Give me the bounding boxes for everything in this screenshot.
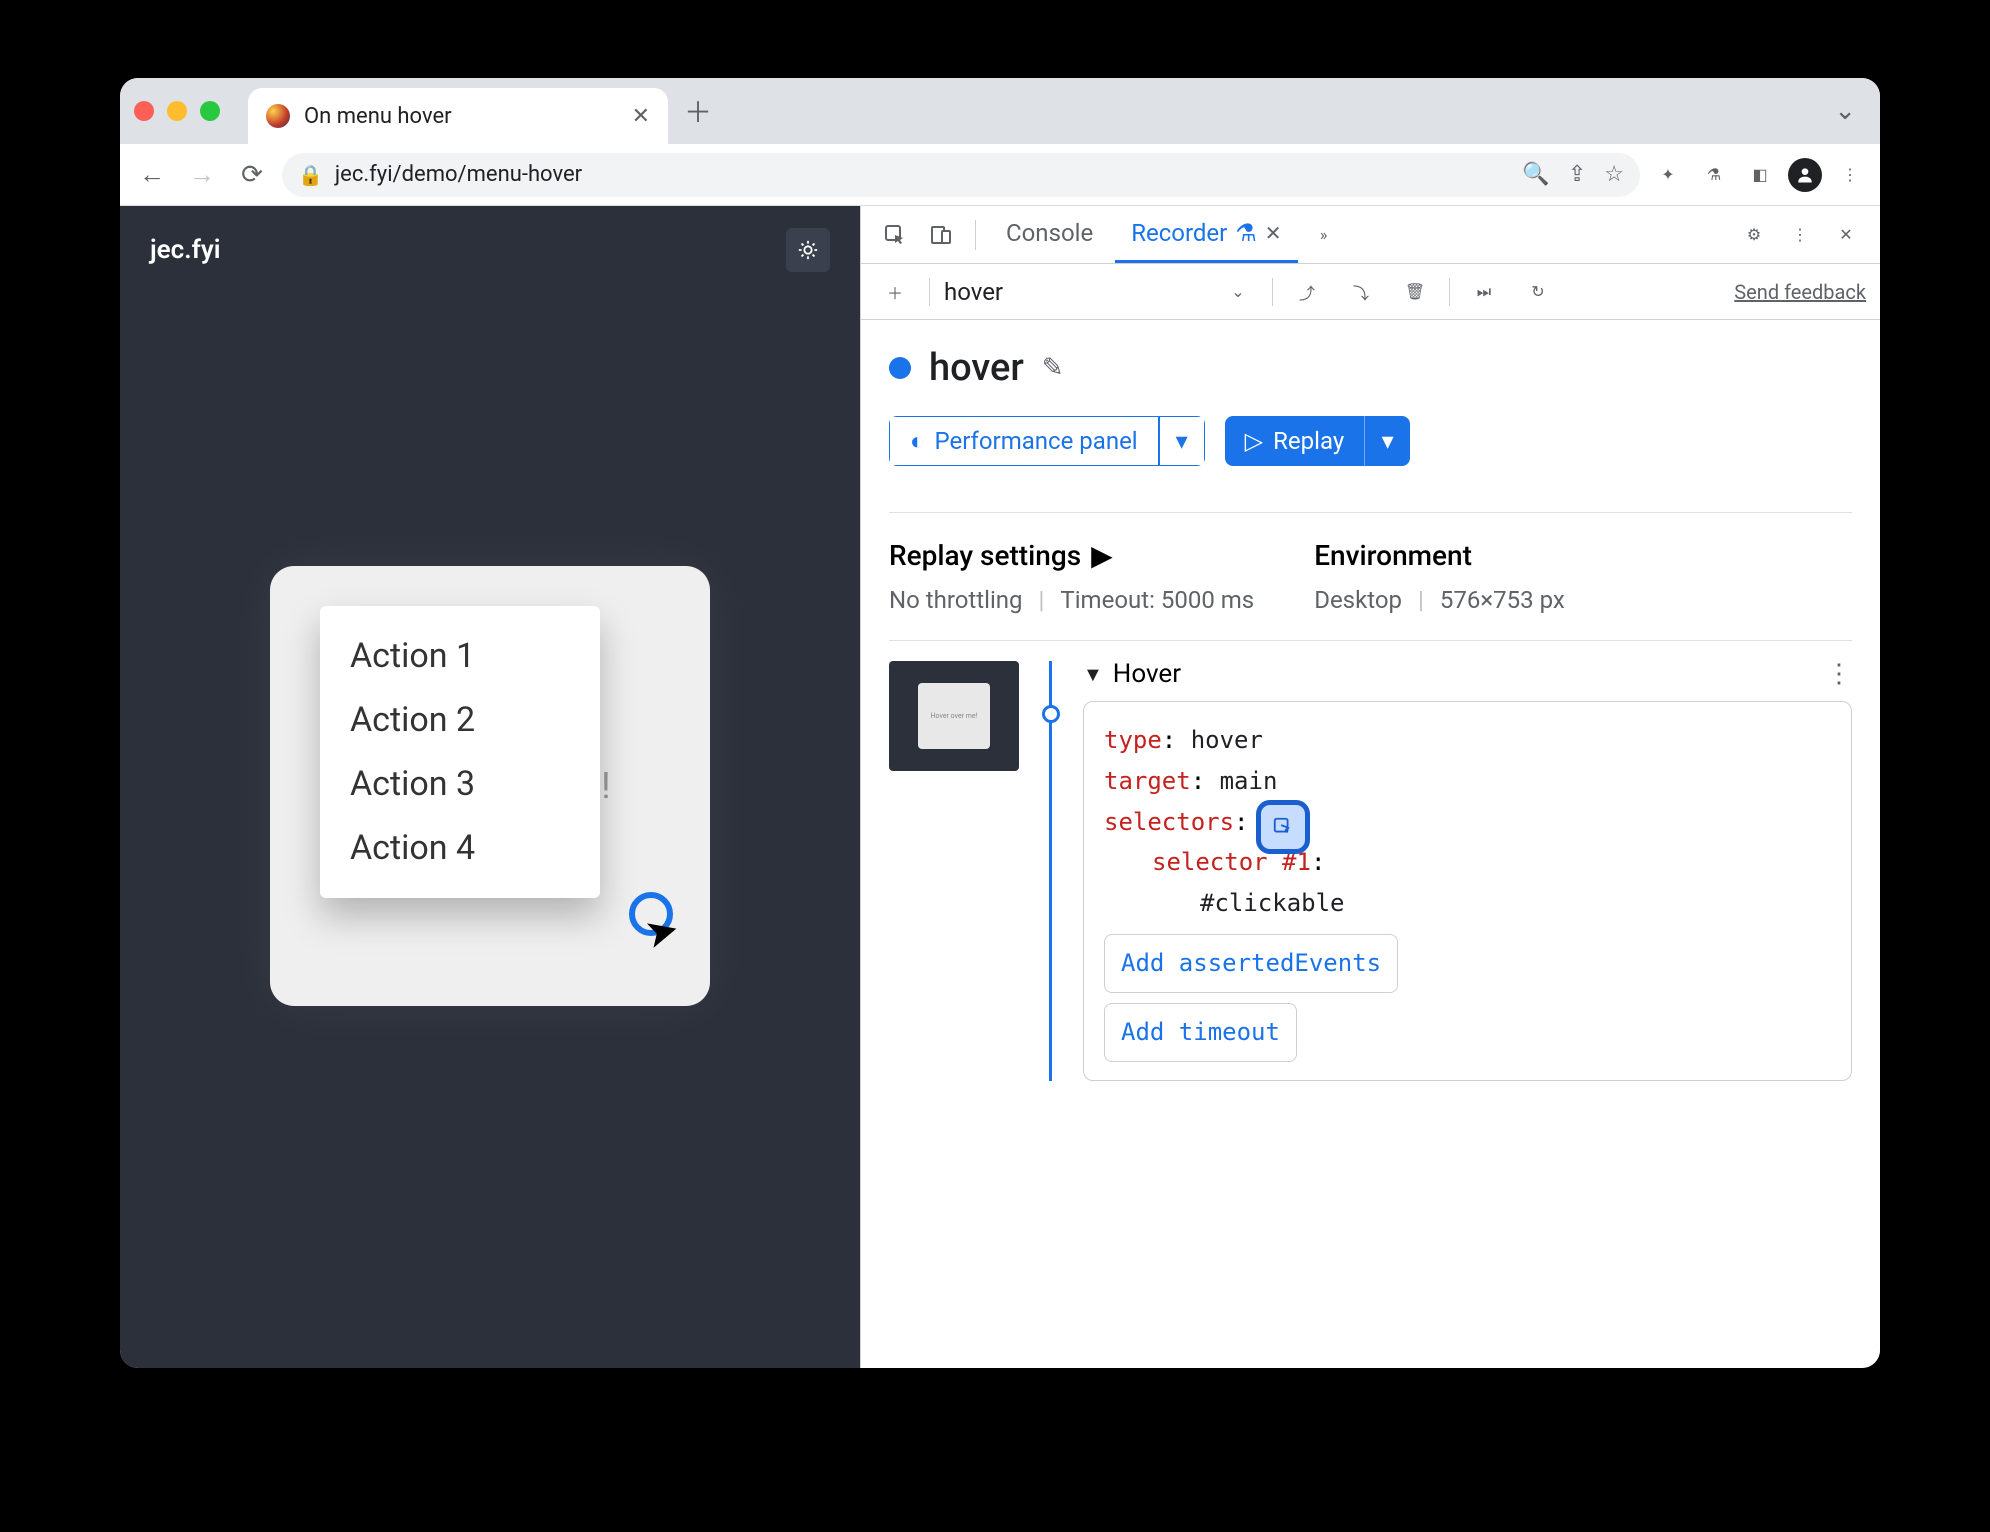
- disclose-triangle-icon[interactable]: ▼: [1083, 662, 1103, 687]
- add-timeout-button[interactable]: Add timeout: [1104, 1003, 1297, 1062]
- play-icon: ▷: [1245, 427, 1263, 455]
- step-header[interactable]: ▼ Hover ⋮: [1083, 651, 1852, 697]
- add-asserted-events-button[interactable]: Add assertedEvents: [1104, 934, 1398, 993]
- step-play-icon[interactable]: ⏭: [1464, 272, 1504, 312]
- favicon-icon: [266, 104, 290, 128]
- selector-value: #clickable: [1200, 889, 1345, 917]
- minimize-window-button[interactable]: [167, 101, 187, 121]
- recording-status-dot-icon: [889, 357, 911, 379]
- close-panel-icon[interactable]: ✕: [1265, 221, 1282, 245]
- selector-picker-button[interactable]: [1256, 800, 1310, 854]
- close-tab-button[interactable]: ✕: [632, 104, 650, 129]
- reload-button[interactable]: ⟳: [232, 155, 272, 195]
- timeout-value: Timeout: 5000 ms: [1060, 586, 1254, 614]
- performance-panel-button[interactable]: ◐ Performance panel ▾: [889, 416, 1205, 466]
- zoom-icon[interactable]: 🔍: [1522, 162, 1549, 187]
- browser-menu-icon[interactable]: ⋮: [1832, 157, 1868, 193]
- edit-title-icon[interactable]: ✎: [1042, 353, 1064, 383]
- extensions-icon[interactable]: ✦: [1650, 157, 1686, 193]
- replay-settings-header[interactable]: Replay settings ▶: [889, 539, 1254, 572]
- back-button[interactable]: ←: [132, 155, 172, 195]
- new-recording-icon[interactable]: ＋: [875, 272, 915, 312]
- export-upload-icon[interactable]: ⤴: [1287, 272, 1327, 312]
- menu-item[interactable]: Action 2: [320, 688, 600, 752]
- side-panel-icon[interactable]: ◧: [1742, 157, 1778, 193]
- theme-toggle-button[interactable]: [786, 228, 830, 272]
- profile-avatar[interactable]: [1788, 158, 1822, 192]
- labs-icon[interactable]: ⚗: [1696, 157, 1732, 193]
- step-menu-icon[interactable]: ⋮: [1826, 659, 1852, 689]
- more-tabs-icon[interactable]: »: [1304, 215, 1344, 255]
- close-window-button[interactable]: [134, 101, 154, 121]
- address-bar: ← → ⟳ 🔒 jec.fyi/demo/menu-hover 🔍 ⇪ ☆ ✦ …: [120, 144, 1880, 206]
- tab-console[interactable]: Console: [990, 206, 1109, 263]
- environment-header: Environment: [1314, 539, 1565, 572]
- recording-select[interactable]: hover: [944, 278, 1204, 306]
- recording-title: hover: [929, 346, 1024, 390]
- throttling-value: No throttling: [889, 586, 1023, 614]
- flask-icon: ⚗: [1235, 219, 1257, 247]
- step-thumbnail: Hover over me!: [889, 661, 1019, 771]
- tab-list-chevron-icon[interactable]: ⌄: [1834, 96, 1866, 126]
- maximize-window-button[interactable]: [200, 101, 220, 121]
- send-feedback-link[interactable]: Send feedback: [1734, 280, 1866, 304]
- browser-tabstrip: On menu hover ✕ ＋ ⌄: [120, 78, 1880, 144]
- tab-recorder[interactable]: Recorder ⚗ ✕: [1115, 206, 1297, 263]
- omnibox[interactable]: 🔒 jec.fyi/demo/menu-hover 🔍 ⇪ ☆: [282, 153, 1640, 197]
- device-value: Desktop: [1314, 586, 1402, 614]
- timeline-track: [1039, 661, 1063, 1081]
- viewport-value: 576×753 px: [1440, 586, 1565, 614]
- lock-icon: 🔒: [298, 163, 323, 187]
- step-details-card: type: hover target: main selectors: sele…: [1083, 701, 1852, 1081]
- delete-trash-icon[interactable]: 🗑: [1395, 272, 1435, 312]
- forward-button[interactable]: →: [182, 155, 222, 195]
- hover-menu: Action 1 Action 2 Action 3 Action 4: [320, 606, 600, 898]
- menu-item[interactable]: Action 4: [320, 816, 600, 880]
- share-icon[interactable]: ⇪: [1568, 162, 1586, 187]
- new-tab-button[interactable]: ＋: [678, 91, 718, 131]
- bookmark-icon[interactable]: ☆: [1604, 162, 1624, 187]
- replay-dropdown[interactable]: ▾: [1364, 416, 1410, 466]
- refresh-play-icon[interactable]: ↻: [1518, 272, 1558, 312]
- replay-button[interactable]: ▷ Replay ▾: [1225, 416, 1411, 466]
- inspect-element-icon[interactable]: [875, 215, 915, 255]
- devtools-toolbar: Console Recorder ⚗ ✕ » ⚙ ⋮ ✕: [861, 206, 1880, 264]
- performance-dropdown[interactable]: ▾: [1159, 416, 1205, 466]
- close-devtools-icon[interactable]: ✕: [1826, 215, 1866, 255]
- recording-dropdown-icon[interactable]: ⌄: [1218, 272, 1258, 312]
- gauge-icon: ◐: [910, 427, 925, 456]
- device-toggle-icon[interactable]: [921, 215, 961, 255]
- menu-item[interactable]: Action 3: [320, 752, 600, 816]
- page-content: jec.fyi Hover over me! Action 1 Action 2…: [120, 206, 860, 1368]
- site-brand: jec.fyi: [150, 235, 220, 265]
- step-title: Hover: [1113, 659, 1181, 689]
- recorder-toolbar: ＋ hover ⌄ ⤴ ⤵ 🗑 ⏭ ↻ Send feedback: [861, 264, 1880, 320]
- browser-tab[interactable]: On menu hover ✕: [248, 88, 668, 144]
- settings-gear-icon[interactable]: ⚙: [1734, 215, 1774, 255]
- menu-item[interactable]: Action 1: [320, 624, 600, 688]
- tab-title: On menu hover: [304, 104, 618, 129]
- window-controls: [134, 101, 220, 121]
- devtools-menu-icon[interactable]: ⋮: [1780, 215, 1820, 255]
- url-text: jec.fyi/demo/menu-hover: [335, 162, 582, 187]
- chevron-right-icon: ▶: [1091, 539, 1113, 572]
- devtools-panel: Console Recorder ⚗ ✕ » ⚙ ⋮ ✕ ＋ hover ⌄: [860, 206, 1880, 1368]
- import-download-icon[interactable]: ⤵: [1341, 272, 1381, 312]
- timeline-node-icon[interactable]: [1042, 705, 1060, 723]
